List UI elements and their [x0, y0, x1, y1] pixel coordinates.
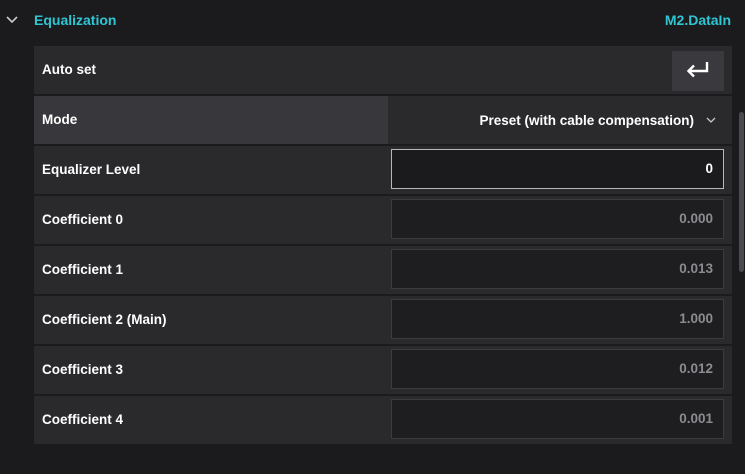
coefficient-value: 1.000	[391, 299, 724, 339]
auto-set-button[interactable]	[672, 51, 724, 91]
enter-return-icon	[685, 60, 711, 83]
mode-label: Mode	[42, 112, 78, 127]
scrollbar[interactable]	[737, 42, 745, 462]
chevron-down-icon	[706, 114, 718, 126]
section-title: Equalization	[34, 12, 117, 28]
auto-set-row: Auto set	[34, 46, 732, 94]
coefficient-row: Coefficient 1 0.013	[34, 246, 732, 294]
coefficient-row: Coefficient 4 0.001	[34, 396, 732, 444]
equalizer-level-label: Equalizer Level	[42, 162, 141, 177]
coefficient-value: 0.001	[391, 399, 724, 439]
coefficient-row: Coefficient 2 (Main) 1.000	[34, 296, 732, 344]
coefficient-label: Coefficient 2 (Main)	[42, 312, 167, 327]
coefficient-value: 0.013	[391, 249, 724, 289]
chevron-down-icon[interactable]	[4, 12, 20, 28]
coefficient-label: Coefficient 1	[42, 262, 124, 277]
coefficient-label: Coefficient 4	[42, 412, 124, 427]
coefficient-label: Coefficient 3	[42, 362, 124, 377]
mode-value: Preset (with cable compensation)	[479, 112, 694, 128]
coefficient-row: Coefficient 0 0.000	[34, 196, 732, 244]
coefficient-label: Coefficient 0	[42, 212, 124, 227]
panel-bottom-edge	[0, 456, 745, 474]
auto-set-label: Auto set	[42, 62, 96, 77]
coefficient-row: Coefficient 3 0.012	[34, 346, 732, 394]
equalizer-level-input[interactable]: 0	[391, 149, 724, 189]
coefficient-value: 0.012	[391, 349, 724, 389]
section-header[interactable]: Equalization M2.DataIn	[0, 0, 745, 42]
mode-dropdown[interactable]: Preset (with cable compensation)	[388, 96, 732, 144]
coefficient-value: 0.000	[391, 199, 724, 239]
mode-row: Mode Preset (with cable compensation)	[34, 96, 732, 144]
equalizer-level-row: Equalizer Level 0	[34, 146, 732, 194]
source-label: M2.DataIn	[664, 12, 731, 28]
scrollbar-thumb[interactable]	[739, 112, 744, 272]
